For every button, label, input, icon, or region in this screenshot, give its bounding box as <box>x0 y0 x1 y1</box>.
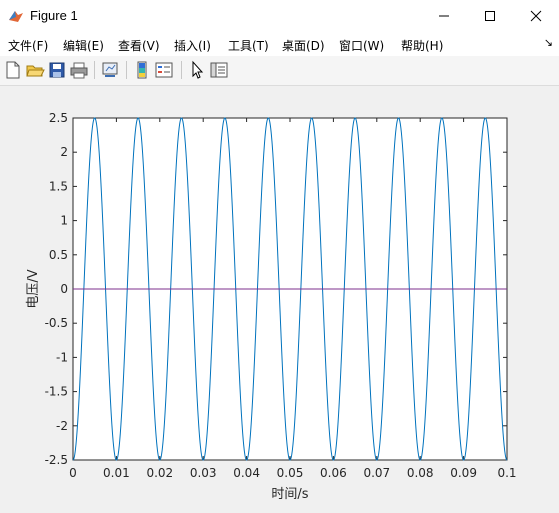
link-plot-icon[interactable] <box>100 60 120 80</box>
y-tick-label: 2 <box>60 145 68 159</box>
x-tick-label: 0.1 <box>497 466 516 480</box>
y-tick-label: 1 <box>60 214 68 228</box>
dock-arrow-icon[interactable]: ↘ <box>544 36 553 49</box>
menu-file[interactable]: 文件(F) <box>8 37 48 54</box>
toolbar-separator <box>126 61 127 79</box>
maximize-icon <box>485 11 495 21</box>
x-tick-label: 0.02 <box>146 466 173 480</box>
y-tick-label: 0.5 <box>49 248 68 262</box>
print-icon[interactable] <box>69 60 89 80</box>
y-tick-label: 1.5 <box>49 179 68 193</box>
toolbar-separator <box>94 61 95 79</box>
y-tick-label: -2.5 <box>45 453 68 467</box>
property-inspector-icon[interactable] <box>209 60 229 80</box>
menu-help[interactable]: 帮助(H) <box>401 37 443 54</box>
save-icon[interactable] <box>47 60 67 80</box>
y-axis-label: 电压/V <box>26 269 41 308</box>
minimize-icon <box>439 15 449 17</box>
minimize-button[interactable] <box>421 0 467 32</box>
menu-desktop[interactable]: 桌面(D) <box>282 37 325 54</box>
title-bar: Figure 1 <box>0 0 559 32</box>
menu-tools[interactable]: 工具(T) <box>228 37 269 54</box>
colorbar-icon[interactable] <box>132 60 152 80</box>
x-tick-label: 0 <box>69 466 77 480</box>
matlab-app-icon <box>9 11 23 22</box>
x-tick-label: 0.06 <box>320 466 347 480</box>
x-tick-label: 0.07 <box>363 466 390 480</box>
y-tick-label: 0 <box>60 282 68 296</box>
figure-canvas: 0 0.01 0.02 0.03 0.04 0.05 0.06 0.07 0.08 0.09 0.1… <box>0 86 559 509</box>
close-icon <box>530 10 542 22</box>
window-title: Figure 1 <box>30 8 78 23</box>
x-tick-label: 0.08 <box>407 466 434 480</box>
y-tick-label: -1 <box>56 350 68 364</box>
open-file-icon[interactable] <box>25 60 45 80</box>
y-tick-label: -0.5 <box>45 316 68 330</box>
menu-view[interactable]: 查看(V) <box>118 37 160 54</box>
x-tick-label: 0.09 <box>450 466 477 480</box>
pointer-icon[interactable] <box>187 60 207 80</box>
x-tick-label: 0.05 <box>277 466 304 480</box>
new-figure-icon[interactable] <box>3 60 23 80</box>
x-tick-label: 0.03 <box>190 466 217 480</box>
x-tick-label: 0.01 <box>103 466 130 480</box>
y-tick-label: 2.5 <box>49 111 68 125</box>
toolbar-separator <box>181 61 182 79</box>
plot-svg[interactable]: 0 0.01 0.02 0.03 0.04 0.05 0.06 0.07 0.08 0.09 0.1… <box>0 86 559 509</box>
y-tick-label: -1.5 <box>45 385 68 399</box>
menu-window[interactable]: 窗口(W) <box>339 37 384 54</box>
menu-edit[interactable]: 编辑(E) <box>63 37 104 54</box>
x-axis-label: 时间/s <box>271 487 308 502</box>
close-button[interactable] <box>513 0 559 32</box>
y-tick-label: -2 <box>56 419 68 433</box>
x-tick-label: 0.04 <box>233 466 260 480</box>
legend-icon[interactable] <box>154 60 174 80</box>
menu-insert[interactable]: 插入(I) <box>174 37 211 54</box>
maximize-button[interactable] <box>467 0 513 32</box>
menu-bar: 文件(F) 编辑(E) 查看(V) 插入(I) 工具(T) 桌面(D) 窗口(W… <box>0 32 559 56</box>
toolbar <box>0 56 559 86</box>
